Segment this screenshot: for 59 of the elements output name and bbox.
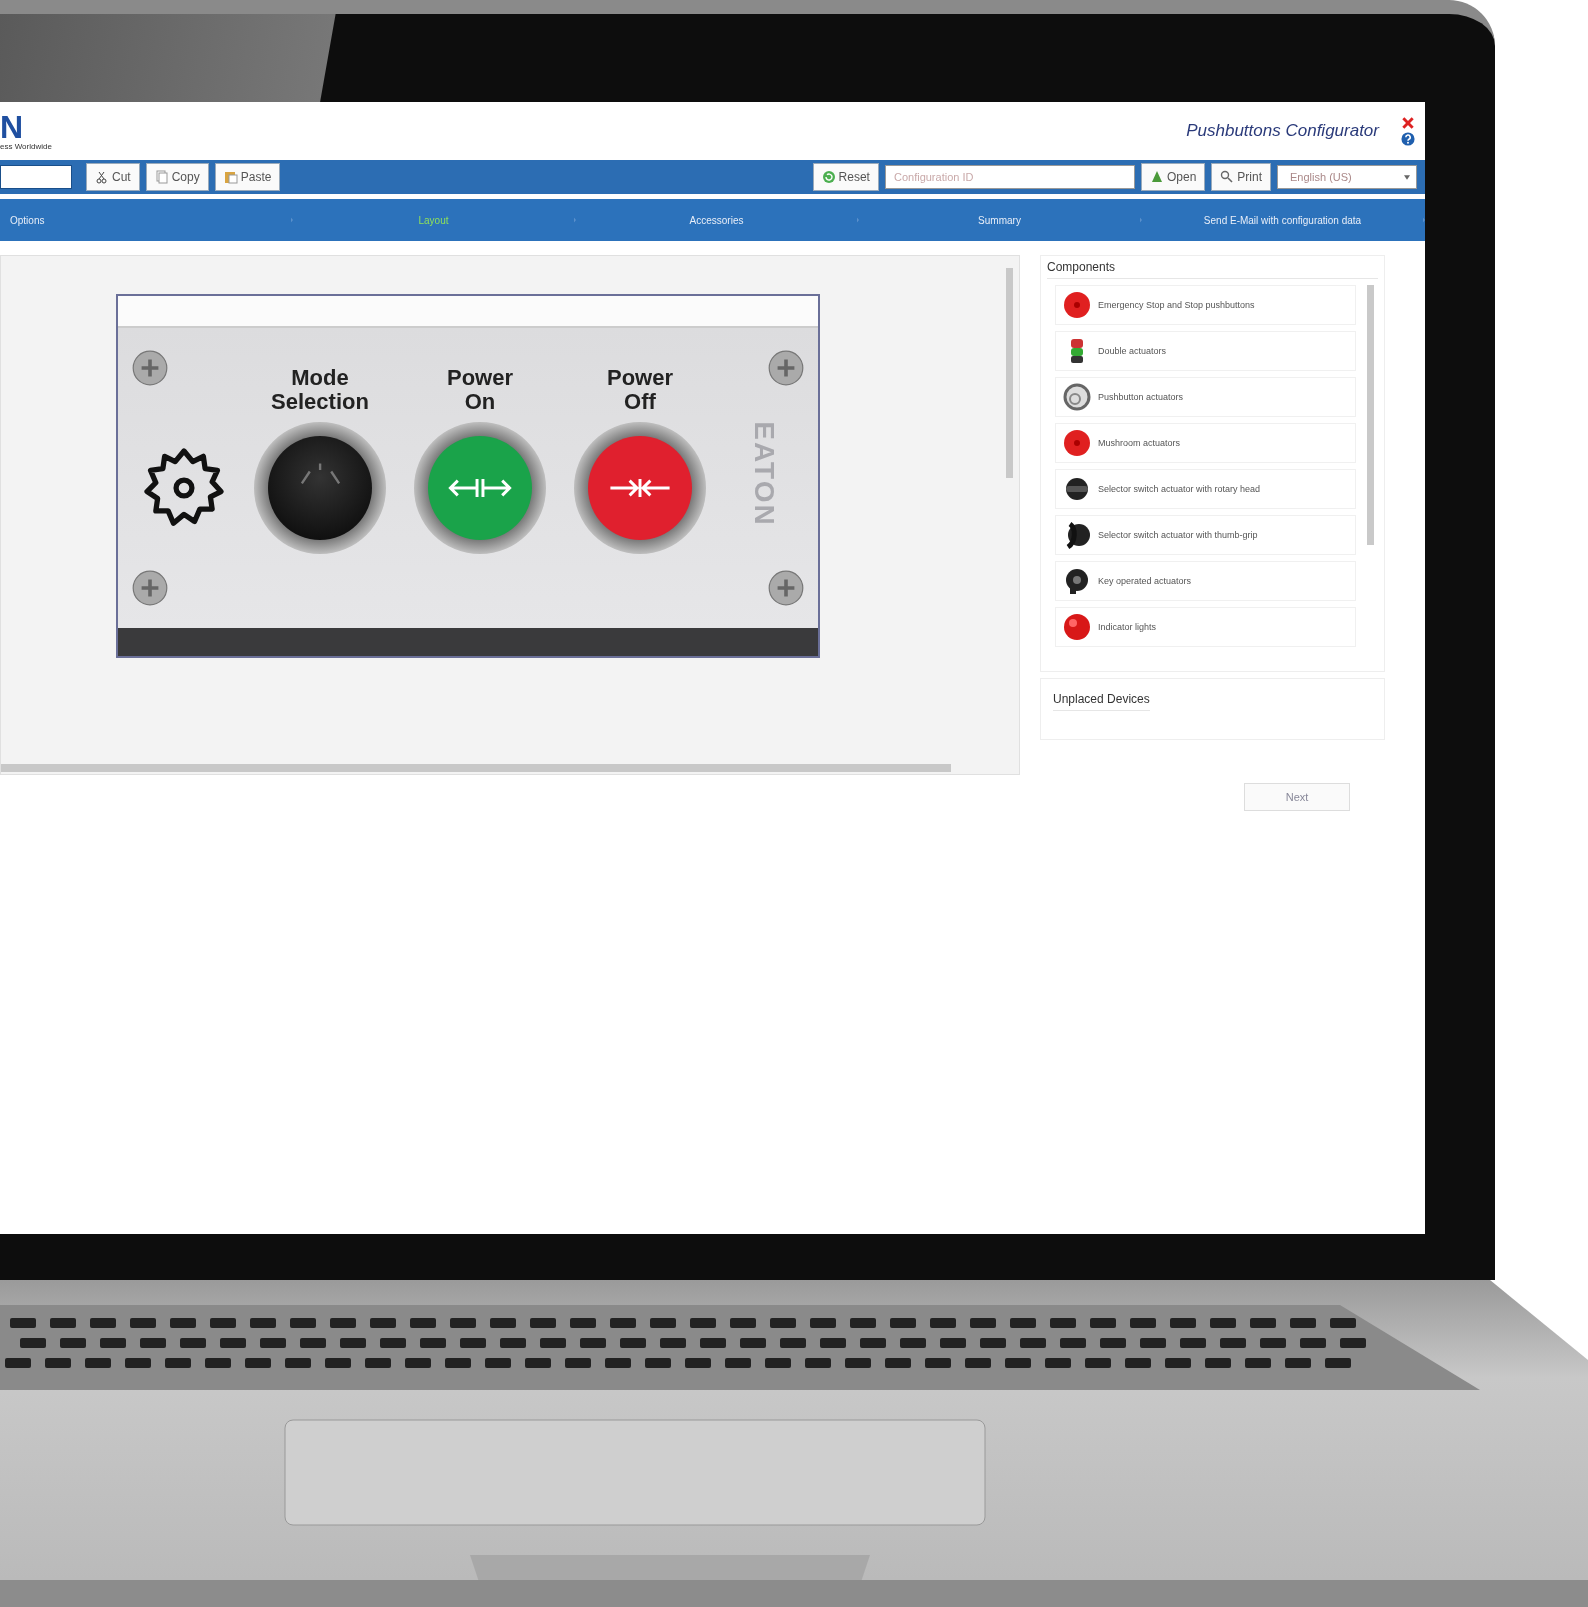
component-item[interactable]: Mushroom actuators (1055, 423, 1356, 463)
component-label: Indicator lights (1098, 622, 1157, 632)
component-label: Selector switch actuator with rotary head (1098, 484, 1261, 494)
logo: N (0, 111, 24, 142)
panel-title: Unplaced Devices (1053, 692, 1150, 711)
screw-icon (768, 570, 804, 606)
screw-icon (132, 350, 168, 386)
device-label: Power Off (607, 366, 673, 414)
triangle-icon (1149, 170, 1164, 184)
clipboard-icon (223, 170, 238, 184)
scrollbar[interactable] (1367, 285, 1374, 545)
reset-button[interactable]: Reset (812, 163, 879, 191)
close-icon[interactable] (1401, 116, 1415, 130)
configuration-id-field[interactable]: Configuration ID (884, 165, 1135, 189)
panel-title: Components (1047, 260, 1378, 279)
scrollbar[interactable] (1, 764, 951, 772)
button-icon (1062, 428, 1092, 458)
screw-icon (768, 350, 804, 386)
component-item[interactable]: Double actuators (1055, 331, 1356, 371)
scissors-icon (95, 170, 109, 184)
component-item[interactable]: Indicator lights (1055, 607, 1356, 647)
brand-mark: EATON (747, 421, 780, 527)
next-button[interactable]: Next (1244, 783, 1350, 811)
search-icon (1220, 170, 1235, 184)
component-label: Emergency Stop and Stop pushbuttons (1098, 300, 1255, 310)
scrollbar[interactable] (1006, 268, 1013, 478)
component-label: Key operated actuators (1098, 576, 1192, 586)
device-label: Power On (447, 366, 513, 414)
component-label: Double actuators (1098, 346, 1167, 356)
step-tab[interactable]: Options (0, 199, 293, 241)
component-label: Mushroom actuators (1098, 438, 1181, 448)
button-icon (1062, 290, 1092, 320)
component-label: Pushbutton actuators (1098, 392, 1184, 402)
component-item[interactable]: Selector switch actuator with thumb-grip (1055, 515, 1356, 555)
component-item[interactable]: Pushbutton actuators (1055, 377, 1356, 417)
button-icon (1062, 612, 1092, 642)
toolbar-button[interactable]: Paste (214, 163, 281, 191)
copy-icon (154, 170, 169, 184)
toolbar-button[interactable]: Print (1211, 163, 1271, 191)
step-tab[interactable]: Accessories (576, 199, 859, 241)
app-title: Pushbuttons Configurator (1186, 121, 1379, 141)
device-label: Mode Selection (271, 366, 369, 414)
step-tab[interactable]: Send E-Mail with configuration data (1142, 199, 1425, 241)
screw-icon (132, 570, 168, 606)
step-tab[interactable]: Summary (859, 199, 1142, 241)
button-icon (1062, 382, 1092, 412)
toolbar-button[interactable]: Open (1140, 163, 1206, 191)
logo-tagline: ess Worldwide (0, 141, 52, 151)
caret-icon (1404, 174, 1410, 180)
refresh-icon (821, 170, 836, 184)
component-label: Selector switch actuator with thumb-grip (1098, 530, 1258, 540)
help-icon[interactable] (1401, 132, 1415, 146)
component-item[interactable]: Selector switch actuator with rotary head (1055, 469, 1356, 509)
dial-marks-icon (299, 461, 341, 485)
component-item[interactable]: Emergency Stop and Stop pushbuttons (1055, 285, 1356, 325)
toolbar-button[interactable]: Cut (86, 163, 140, 191)
toolbar-button[interactable]: Copy (145, 163, 209, 191)
text-field[interactable] (0, 165, 72, 189)
component-item[interactable]: Key operated actuators (1055, 561, 1356, 601)
